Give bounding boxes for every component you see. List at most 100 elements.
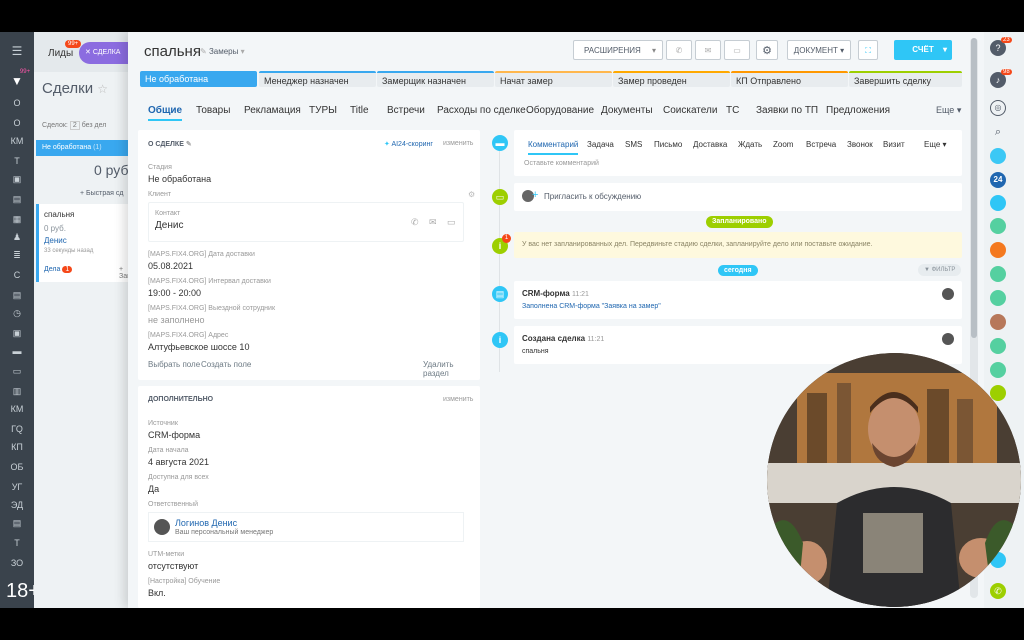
rail-item[interactable]: КМ <box>0 404 34 414</box>
delete-section-link[interactable]: Удалить раздел <box>423 360 480 378</box>
document-button[interactable]: ДОКУМЕНТ ▾ <box>787 40 851 60</box>
stage-column-header[interactable]: Не обработана (1) <box>36 140 128 156</box>
menu-icon[interactable]: ☰ <box>0 44 34 58</box>
activity-tab-zoom[interactable]: Zoom <box>773 140 793 149</box>
leads-tab[interactable]: Лиды <box>48 48 73 59</box>
activity-tab-comment[interactable]: Комментарий <box>528 140 579 155</box>
avatar[interactable] <box>154 519 170 535</box>
deal-card-contact[interactable]: Денис <box>44 236 67 245</box>
avatar[interactable] <box>990 338 1006 354</box>
activity-tab-sms[interactable]: SMS <box>625 140 642 149</box>
chat-icon[interactable]: ▤ <box>0 194 34 205</box>
calendar-icon[interactable]: ▦ <box>0 214 34 225</box>
tab-offers[interactable]: Предложения <box>826 105 890 116</box>
avatar[interactable] <box>990 362 1006 378</box>
rail-item[interactable]: КМ <box>0 136 34 146</box>
invite-bar[interactable]: + Пригласить к обсуждению <box>514 183 962 211</box>
rail-item[interactable]: ОБ <box>0 462 34 472</box>
phone-icon[interactable]: ✆ <box>990 583 1006 599</box>
file-icon[interactable]: ▤ <box>0 518 34 529</box>
activity-tab-call[interactable]: Звонок <box>847 140 873 149</box>
activity-tab-wait[interactable]: Ждать <box>738 140 762 149</box>
plus-icon[interactable]: + <box>532 189 538 201</box>
rail-item[interactable]: О <box>0 98 34 108</box>
activity-tab-email[interactable]: Письмо <box>654 140 682 149</box>
mail-icon[interactable]: ✉ <box>429 217 437 228</box>
truck-icon[interactable]: ▬ <box>0 346 34 356</box>
stage-5[interactable]: Замер проведен <box>613 71 730 87</box>
activity-tab-more[interactable]: Еще ▾ <box>924 140 947 149</box>
activity-tab-task[interactable]: Задача <box>587 140 614 149</box>
rail-item[interactable]: УГ <box>0 482 34 492</box>
close-icon[interactable]: ✕ <box>85 49 93 56</box>
activity-tab-visit[interactable]: Визит <box>883 140 905 149</box>
choose-field-link[interactable]: Выбрать поле <box>148 360 200 369</box>
avatar[interactable] <box>990 242 1006 258</box>
chat-icon[interactable]: ▭ <box>447 217 456 228</box>
tab-meetings[interactable]: Встречи <box>387 105 425 116</box>
clock-icon[interactable]: ◷ <box>0 308 34 319</box>
gear-icon[interactable]: ⚙ <box>468 190 475 199</box>
stage-4[interactable]: Начат замер <box>495 71 612 87</box>
avatar[interactable] <box>990 148 1006 164</box>
avatar[interactable] <box>990 314 1006 330</box>
chat-button[interactable]: ▭ <box>724 40 750 60</box>
ai-scoring-button[interactable]: ✦ AI24-скоринг <box>384 140 433 148</box>
tab-reclamation[interactable]: Рекламация <box>244 105 301 116</box>
doc-icon[interactable]: ▤ <box>0 290 34 301</box>
deal-title[interactable]: спальня <box>144 43 201 60</box>
tab-more[interactable]: Еще ▾ <box>936 105 961 116</box>
quick-deal-button[interactable]: + Быстрая сд <box>80 190 123 197</box>
tab-ts[interactable]: ТС <box>726 105 739 116</box>
stage-7[interactable]: Завершить сделку <box>849 71 962 87</box>
tab-equipment[interactable]: Оборудование <box>526 105 594 116</box>
about-edit-link[interactable]: изменить <box>443 140 473 147</box>
rail-item[interactable]: ЭД <box>0 500 34 510</box>
tab-applicants[interactable]: Соискатели <box>663 105 717 116</box>
stage-1[interactable]: Не обработана <box>140 71 257 87</box>
invite-text[interactable]: Пригласить к обсуждению <box>544 192 641 201</box>
list-icon[interactable]: ≣ <box>0 250 34 261</box>
rail-item[interactable]: ЗО <box>0 558 34 568</box>
email-button[interactable]: ✉ <box>695 40 721 60</box>
settings-button[interactable]: ⚙ <box>756 40 778 60</box>
phone-icon[interactable]: ✆ <box>411 217 419 228</box>
search-icon[interactable]: ⌕ <box>990 124 1006 140</box>
stage-6[interactable]: КП Отправлено <box>731 71 848 87</box>
tab-documents[interactable]: Документы <box>601 105 653 116</box>
comment-input[interactable]: Оставьте комментарий <box>524 160 599 167</box>
deal-card-title[interactable]: спальня <box>44 210 74 219</box>
deal-card[interactable]: спальня 0 руб. Денис 33 секунды назад Де… <box>36 204 131 282</box>
extensions-button[interactable]: РАСШИРЕНИЯ ▾ <box>573 40 663 60</box>
card-icon[interactable]: ▭ <box>0 366 34 377</box>
users-icon[interactable]: ♟ <box>0 232 34 243</box>
filter-icon[interactable]: ▼ <box>0 74 34 88</box>
cart-icon[interactable]: ▥ <box>0 386 34 397</box>
fullscreen-button[interactable]: ⛶ <box>858 40 878 60</box>
tab-products[interactable]: Товары <box>196 105 230 116</box>
activity-tab-delivery[interactable]: Доставка <box>693 140 727 149</box>
rail-item[interactable]: КП <box>0 442 34 452</box>
task-icon[interactable]: ▣ <box>0 174 34 185</box>
filter-button[interactable]: ▼ ФИЛЬТР <box>918 264 962 276</box>
create-field-link[interactable]: Создать поле <box>201 360 251 369</box>
tab-expenses[interactable]: Расходы по сделке <box>437 105 526 116</box>
tab-tours[interactable]: ТУРЫ <box>309 105 337 116</box>
avatar[interactable] <box>990 195 1006 211</box>
scrollbar-thumb[interactable] <box>971 38 977 338</box>
deal-tab[interactable]: ✕ СДЕЛКА <box>79 42 129 64</box>
responsible-name[interactable]: Логинов Денис <box>175 518 237 528</box>
avatar[interactable] <box>990 218 1006 234</box>
tab-general[interactable]: Общие <box>148 105 183 121</box>
tab-title[interactable]: Title <box>350 105 369 116</box>
avatar[interactable] <box>990 385 1006 401</box>
stage-2[interactable]: Менеджер назначен <box>259 71 376 87</box>
rail-item[interactable]: ГQ <box>0 424 34 434</box>
avatar[interactable] <box>990 290 1006 306</box>
additional-edit-link[interactable]: изменить <box>443 396 473 403</box>
invoice-button[interactable]: СЧЁТ ▾ <box>894 40 952 60</box>
activity-tab-meeting[interactable]: Встреча <box>806 140 836 149</box>
rail-item[interactable]: Т <box>0 538 34 548</box>
event-text[interactable]: Заполнена CRM-форма "Заявка на замер" <box>522 303 661 310</box>
phone-icon[interactable]: ◎ <box>990 100 1006 116</box>
